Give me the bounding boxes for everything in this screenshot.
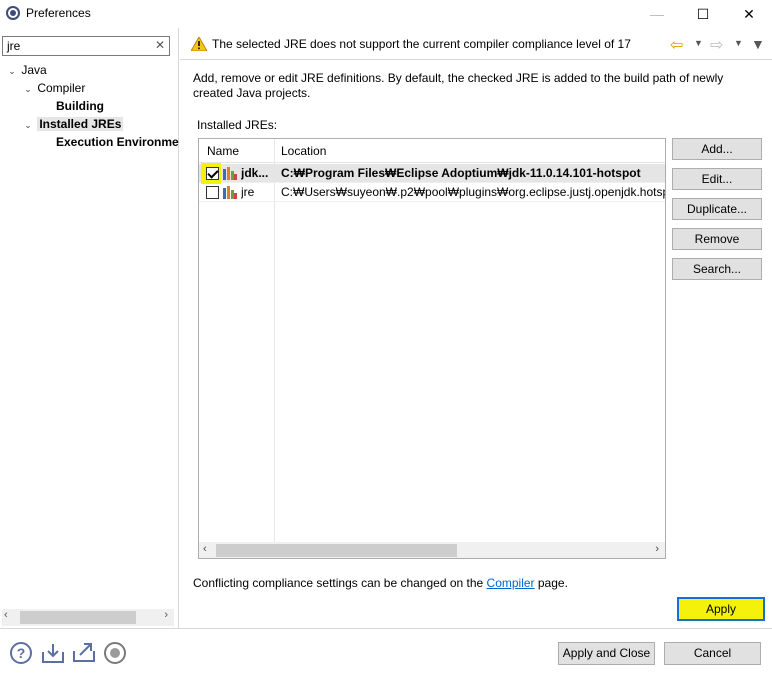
apply-and-close-button[interactable]: Apply and Close xyxy=(558,642,655,665)
scroll-right-icon[interactable]: › xyxy=(164,609,168,621)
tree-item-execution-environments[interactable]: Execution Environme xyxy=(56,133,179,151)
help-icon[interactable]: ? xyxy=(10,642,32,664)
filter-input[interactable]: jre ✕ xyxy=(2,36,170,56)
edit-button[interactable]: Edit... xyxy=(672,168,762,190)
tree-item-label: Java xyxy=(21,63,47,77)
jre-location: C:₩Users₩suyeon₩.p2₩pool₩plugins₩org.ecl… xyxy=(281,185,665,199)
maximize-button[interactable]: ☐ xyxy=(680,0,726,28)
jre-library-icon xyxy=(223,186,237,199)
scroll-right-icon[interactable]: › xyxy=(655,543,659,555)
tree-item-label: Compiler xyxy=(37,81,86,95)
jre-name: jre xyxy=(241,185,255,199)
minimize-button[interactable]: — xyxy=(634,0,680,28)
installed-jres-label: Installed JREs: xyxy=(197,118,278,132)
tree-item-java[interactable]: ⌄ Java xyxy=(6,61,47,80)
remove-button[interactable]: Remove xyxy=(672,228,762,250)
expand-chevron-icon[interactable]: ⌄ xyxy=(22,80,34,98)
search-button[interactable]: Search... xyxy=(672,258,762,280)
table-header: Name Location xyxy=(199,139,665,163)
warning-icon xyxy=(191,37,207,51)
add-button[interactable]: Add... xyxy=(672,138,762,160)
title-bar: Preferences — ☐ ✕ xyxy=(0,0,772,28)
forward-arrow-icon[interactable]: ⇨ xyxy=(710,35,723,55)
jre-name: jdk... xyxy=(241,166,269,180)
import-preferences-icon[interactable] xyxy=(41,642,65,664)
scrollbar-thumb[interactable] xyxy=(216,544,457,557)
compliance-note-text: Conflicting compliance settings can be c… xyxy=(193,576,487,590)
back-arrow-icon[interactable]: ⇦ xyxy=(670,35,683,55)
compliance-note: Conflicting compliance settings can be c… xyxy=(193,576,568,590)
filter-input-value: jre xyxy=(7,39,21,53)
table-horizontal-scrollbar[interactable]: ‹ › xyxy=(199,542,665,558)
export-preferences-icon[interactable] xyxy=(72,641,96,663)
table-row[interactable]: jre C:₩Users₩suyeon₩.p2₩pool₩plugins₩org… xyxy=(199,183,665,202)
record-icon[interactable] xyxy=(104,642,126,664)
scroll-left-icon[interactable]: ‹ xyxy=(4,609,8,621)
tree-item-building[interactable]: Building xyxy=(56,97,104,115)
back-dropdown-icon[interactable]: ▼ xyxy=(694,38,703,48)
expand-chevron-icon[interactable]: ⌄ xyxy=(22,116,34,134)
footer-divider xyxy=(0,628,772,629)
eclipse-app-icon xyxy=(6,6,20,20)
close-button[interactable]: ✕ xyxy=(726,0,772,28)
compiler-page-link[interactable]: Compiler xyxy=(487,576,535,590)
apply-button[interactable]: Apply xyxy=(679,599,763,619)
column-header-location[interactable]: Location xyxy=(281,144,326,158)
scrollbar-thumb[interactable] xyxy=(20,611,136,624)
forward-dropdown-icon[interactable]: ▼ xyxy=(734,38,743,48)
jre-location: C:₩Program Files₩Eclipse Adoptium₩jdk-11… xyxy=(281,166,641,180)
table-row[interactable]: jdk... C:₩Program Files₩Eclipse Adoptium… xyxy=(199,164,665,183)
page-header: The selected JRE does not support the cu… xyxy=(180,28,772,60)
column-header-name[interactable]: Name xyxy=(207,144,239,158)
tree-item-compiler[interactable]: ⌄ Compiler xyxy=(22,79,85,97)
tree-horizontal-scrollbar[interactable]: ‹ › xyxy=(2,609,174,626)
window-title: Preferences xyxy=(26,6,91,20)
tree-item-label: Installed JREs xyxy=(37,117,124,131)
view-menu-icon[interactable]: ▼ xyxy=(751,36,765,52)
scroll-left-icon[interactable]: ‹ xyxy=(203,543,207,555)
jre-default-checkbox[interactable] xyxy=(206,186,219,199)
clear-filter-icon[interactable]: ✕ xyxy=(155,38,165,52)
cancel-button[interactable]: Cancel xyxy=(664,642,761,665)
jre-library-icon xyxy=(223,167,237,180)
duplicate-button[interactable]: Duplicate... xyxy=(672,198,762,220)
compliance-note-text: page. xyxy=(534,576,568,590)
jre-default-checkbox[interactable] xyxy=(206,167,219,180)
expand-chevron-icon[interactable]: ⌄ xyxy=(6,62,18,80)
installed-jres-table[interactable]: Name Location jdk... C:₩Program Files₩Ec… xyxy=(198,138,666,559)
page-description: Add, remove or edit JRE definitions. By … xyxy=(193,71,724,100)
warning-message: The selected JRE does not support the cu… xyxy=(212,37,631,51)
tree-item-installed-jres[interactable]: ⌄ Installed JREs xyxy=(22,115,124,134)
